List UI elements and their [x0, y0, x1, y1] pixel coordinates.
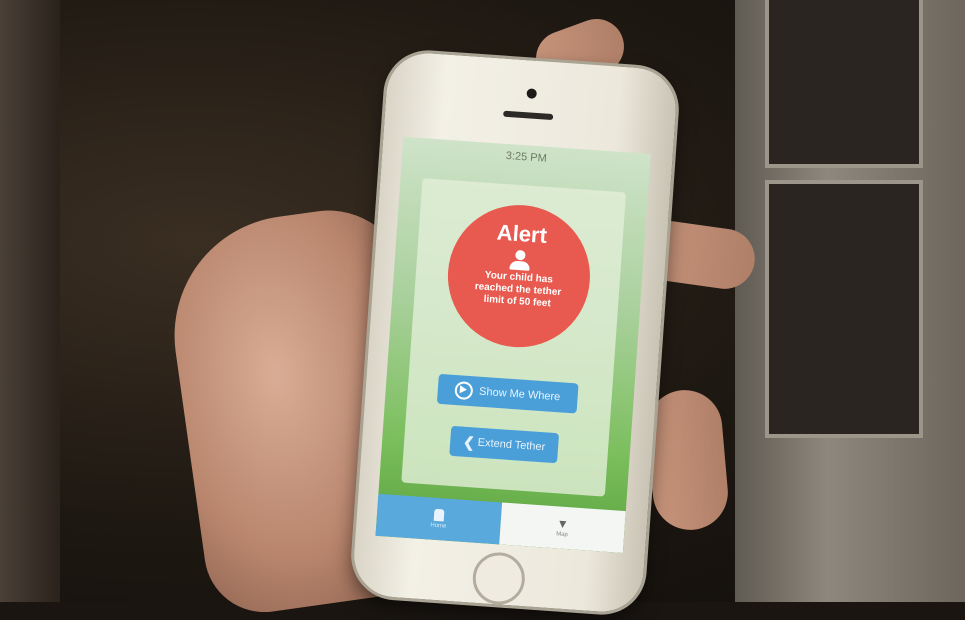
home-button[interactable]	[471, 550, 527, 607]
tab-home-label: Home	[430, 522, 447, 530]
show-me-where-button[interactable]: Show Me Where	[436, 373, 579, 414]
left-wall	[0, 0, 60, 602]
finger-lower	[644, 386, 731, 534]
person-icon	[508, 249, 531, 271]
phone-screen: 3:25 PM Alert Your child has reached the…	[375, 136, 651, 554]
alert-circle: Alert Your child has reached the tether …	[443, 200, 595, 352]
tab-map[interactable]: ▼ Map	[499, 502, 626, 554]
antenna-icon: ▼	[556, 516, 570, 532]
alert-message: Your child has reached the tether limit …	[474, 269, 562, 310]
chevron-left-icon: ❮	[462, 433, 476, 450]
extend-tether-label: Extend Tether	[477, 436, 546, 454]
location-pointer-icon	[454, 380, 474, 401]
earpiece-speaker	[503, 110, 554, 121]
phone: 3:25 PM Alert Your child has reached the…	[351, 50, 679, 615]
tab-home[interactable]: Home	[375, 493, 503, 545]
status-time: 3:25 PM	[505, 149, 548, 165]
door-panel-bottom	[765, 180, 923, 438]
home-icon	[433, 508, 445, 522]
tab-bar: Home ▼ Map	[375, 493, 626, 554]
door-panel-top	[765, 0, 923, 168]
tab-map-label: Map	[555, 531, 569, 539]
door-frame	[735, 0, 965, 602]
extend-tether-button[interactable]: ❮ Extend Tether	[449, 425, 560, 464]
alert-card: Alert Your child has reached the tether …	[401, 178, 627, 497]
show-me-where-label: Show Me Where	[478, 385, 561, 404]
background-scene: 3:25 PM Alert Your child has reached the…	[0, 0, 965, 620]
front-camera	[526, 88, 538, 99]
alert-title: Alert	[496, 219, 548, 248]
